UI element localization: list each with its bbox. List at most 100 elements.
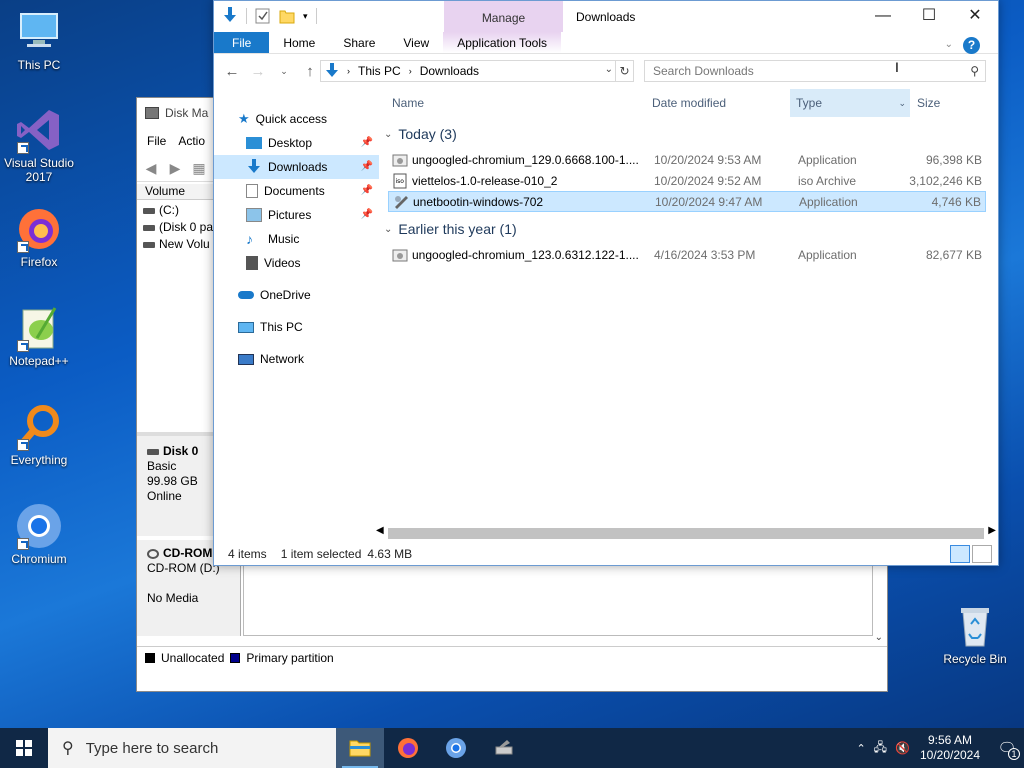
tab-share[interactable]: Share bbox=[329, 32, 389, 53]
nav-videos[interactable]: Videos bbox=[214, 251, 379, 275]
desktop-icon-chromium[interactable]: Chromium bbox=[1, 502, 77, 566]
file-date: 10/20/2024 9:47 AM bbox=[655, 194, 763, 209]
nav-downloads[interactable]: Downloads 📌 bbox=[214, 155, 379, 179]
back-arrow-icon[interactable]: ◀ bbox=[141, 159, 161, 177]
tab-view[interactable]: View bbox=[389, 32, 443, 53]
pin-icon[interactable]: 📌 bbox=[361, 179, 373, 203]
desktop-icon-this-pc[interactable]: This PC bbox=[1, 8, 77, 72]
nav-onedrive[interactable]: OneDrive bbox=[214, 283, 379, 307]
nav-network[interactable]: Network bbox=[214, 347, 379, 371]
desktop-icon-label: Everything bbox=[10, 453, 68, 467]
file-explorer-window[interactable]: ▾ Manage Downloads — ☐ ✕ File Home Share… bbox=[213, 0, 999, 566]
downloads-icon bbox=[248, 159, 260, 173]
show-hidden-icons-icon[interactable]: ⌃ bbox=[856, 742, 865, 755]
forward-arrow-icon[interactable]: ▶ bbox=[165, 159, 185, 177]
refresh-icon[interactable]: ↻ bbox=[615, 61, 633, 81]
pin-icon[interactable]: 📌 bbox=[361, 203, 373, 227]
breadcrumb-downloads[interactable]: Downloads bbox=[420, 64, 479, 78]
group-header-today[interactable]: ⌄ Today (3) bbox=[380, 123, 457, 145]
menu-file[interactable]: File bbox=[147, 134, 166, 148]
file-row[interactable]: ungoogled-chromium_123.0.6312.122-1.... … bbox=[388, 244, 986, 265]
volume-row[interactable]: New Volu bbox=[143, 236, 217, 253]
search-icon[interactable]: ⚲ bbox=[970, 61, 979, 81]
breadcrumb-this-pc[interactable]: This PC bbox=[358, 64, 401, 78]
back-button[interactable]: ← bbox=[222, 63, 242, 80]
pin-icon[interactable]: 📌 bbox=[361, 131, 373, 155]
column-header-name[interactable]: Name bbox=[392, 89, 424, 117]
file-row[interactable]: ungoogled-chromium_129.0.6668.100-1.... … bbox=[388, 149, 986, 170]
manage-context-tab[interactable]: Manage bbox=[444, 1, 563, 32]
clock[interactable]: 9:56 AM 10/20/2024 bbox=[918, 733, 982, 763]
column-type-label: Type bbox=[796, 96, 823, 110]
scroll-down-icon[interactable]: ⌄ bbox=[875, 632, 883, 643]
volume-row[interactable]: (Disk 0 par bbox=[143, 219, 217, 236]
volume-column-header[interactable]: Volume bbox=[137, 184, 217, 200]
new-folder-icon[interactable] bbox=[279, 8, 295, 24]
scroll-left-icon[interactable]: ◀ bbox=[376, 525, 384, 536]
address-box[interactable]: › This PC › Downloads ⌄ ↻ bbox=[320, 60, 634, 82]
column-header-date[interactable]: Date modified bbox=[652, 89, 726, 117]
volume-muted-icon[interactable]: 🔇 bbox=[895, 741, 910, 755]
desktop-icon-firefox[interactable]: Firefox bbox=[1, 205, 77, 269]
pin-icon[interactable]: 📌 bbox=[361, 155, 373, 179]
taskbar-chromium[interactable] bbox=[432, 728, 480, 768]
properties-checkbox-icon[interactable] bbox=[255, 8, 271, 24]
nav-desktop[interactable]: Desktop 📌 bbox=[214, 131, 379, 155]
scrollbar-thumb[interactable] bbox=[388, 528, 984, 539]
desktop-icon-everything[interactable]: Everything bbox=[1, 403, 77, 467]
desktop-icon-visual-studio[interactable]: Visual Studio 2017 bbox=[1, 106, 77, 184]
nav-documents[interactable]: Documents 📌 bbox=[214, 179, 379, 203]
recent-locations-icon[interactable]: ⌄ bbox=[274, 66, 294, 77]
properties-icon[interactable]: ▦ bbox=[189, 159, 209, 177]
action-center-button[interactable]: 🗨 1 bbox=[990, 728, 1024, 768]
details-view-icon[interactable] bbox=[950, 545, 970, 563]
taskbar-search[interactable]: ⚲ Type here to search bbox=[48, 728, 336, 768]
large-icons-view-icon[interactable] bbox=[972, 545, 992, 563]
tab-application-tools[interactable]: Application Tools bbox=[443, 32, 562, 53]
file-type: Application bbox=[798, 152, 857, 167]
file-row-selected[interactable]: unetbootin-windows-702 10/20/2024 9:47 A… bbox=[388, 191, 986, 212]
help-icon[interactable]: ? bbox=[963, 36, 980, 54]
shortcut-arrow-icon bbox=[17, 538, 29, 550]
minimize-button[interactable]: — bbox=[860, 1, 906, 31]
up-button[interactable]: ↑ bbox=[300, 63, 320, 80]
desktop-icon-notepadpp[interactable]: Notepad++ bbox=[1, 304, 77, 368]
taskbar-firefox[interactable] bbox=[384, 728, 432, 768]
maximize-button[interactable]: ☐ bbox=[906, 1, 952, 31]
file-list-pane: Name Date modified Type ⌄ Size ⌄ Today (… bbox=[380, 89, 998, 529]
status-bar: 4 items 1 item selected 4.63 MB bbox=[214, 543, 998, 565]
group-header-earlier[interactable]: ⌄ Earlier this year (1) bbox=[380, 218, 517, 240]
search-input[interactable]: Search Downloads ⚲ bbox=[644, 60, 986, 82]
close-button[interactable]: ✕ bbox=[952, 1, 998, 31]
taskbar-unetbootin[interactable] bbox=[480, 728, 528, 768]
start-button[interactable] bbox=[0, 728, 48, 768]
taskbar: ⚲ Type here to search ⌃ 🖧 🔇 9:56 AM 10/2… bbox=[0, 728, 1024, 768]
item-count: 4 items bbox=[228, 547, 267, 561]
expand-ribbon-icon[interactable]: ⌄ bbox=[945, 34, 953, 56]
tab-file[interactable]: File bbox=[214, 32, 270, 53]
recycle-bin-icon bbox=[951, 602, 999, 650]
application-icon bbox=[392, 154, 408, 166]
horizontal-scrollbar[interactable]: ◀ ▶ bbox=[374, 525, 998, 542]
customize-qat-icon[interactable]: ▾ bbox=[303, 11, 308, 22]
column-header-size[interactable]: Size bbox=[917, 89, 940, 117]
unetbootin-icon bbox=[495, 740, 513, 755]
legend-primary: Primary partition bbox=[246, 650, 334, 665]
column-header-type[interactable]: Type ⌄ bbox=[790, 89, 910, 117]
desktop-icon-recycle-bin[interactable]: Recycle Bin bbox=[937, 602, 1013, 666]
scroll-right-icon[interactable]: ▶ bbox=[988, 525, 996, 536]
nav-this-pc[interactable]: This PC bbox=[214, 315, 379, 339]
forward-button[interactable]: → bbox=[248, 63, 268, 80]
network-status-icon[interactable]: 🖧 bbox=[874, 738, 887, 759]
volume-row[interactable]: (C:) bbox=[143, 202, 217, 219]
everything-icon bbox=[15, 403, 63, 451]
nav-pictures[interactable]: Pictures 📌 bbox=[214, 203, 379, 227]
address-dropdown-icon[interactable]: ⌄ bbox=[605, 64, 613, 75]
tab-home[interactable]: Home bbox=[269, 32, 329, 53]
file-row[interactable]: iso viettelos-1.0-release-010_2 10/20/20… bbox=[388, 170, 986, 191]
taskbar-file-explorer[interactable] bbox=[336, 728, 384, 768]
menu-action[interactable]: Actio bbox=[178, 134, 205, 148]
explorer-titlebar[interactable]: ▾ Manage Downloads — ☐ ✕ bbox=[214, 1, 998, 32]
nav-quick-access[interactable]: ★ Quick access bbox=[214, 107, 379, 131]
nav-music[interactable]: ♪ Music bbox=[214, 227, 379, 251]
